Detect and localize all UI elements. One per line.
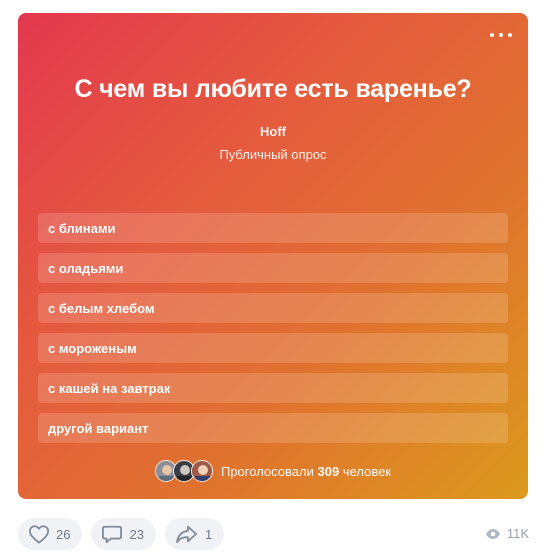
like-button[interactable]: 26: [18, 518, 83, 550]
poll-option[interactable]: с оладьями: [38, 253, 508, 283]
share-button[interactable]: 1: [164, 518, 225, 550]
voters-row[interactable]: Проголосовали 309 человек: [18, 459, 528, 483]
post-actions: 26 23 1: [18, 518, 225, 550]
poll-option[interactable]: с белым хлебом: [38, 293, 508, 323]
views-count: 11K: [506, 526, 529, 541]
more-icon-dot: [508, 33, 512, 37]
poll-option-label: с кашей на завтрак: [48, 380, 171, 396]
poll-option[interactable]: с кашей на завтрак: [38, 373, 508, 403]
poll-options: с блинами с оладьями с белым хлебом с мо…: [38, 213, 508, 453]
comment-count: 23: [129, 526, 144, 542]
poll-option[interactable]: с блинами: [38, 213, 508, 243]
poll-type: Публичный опрос: [219, 147, 327, 162]
poll-option[interactable]: с мороженым: [38, 333, 508, 363]
voters-count-text: Проголосовали 309 человек: [221, 464, 391, 479]
poll-option-label: с мороженым: [48, 340, 137, 356]
more-icon-dot: [499, 33, 503, 37]
avatar: [190, 460, 213, 482]
voters-suffix: человек: [339, 463, 392, 479]
voter-avatars: [154, 460, 213, 482]
views-counter: 11K: [485, 526, 529, 541]
like-count: 26: [56, 526, 71, 542]
voters-count: 309: [317, 463, 340, 479]
share-count: 1: [204, 526, 213, 542]
share-icon: [176, 525, 197, 544]
eye-icon: [485, 528, 500, 539]
poll-author[interactable]: Hoff: [18, 124, 528, 139]
heart-icon: [28, 525, 49, 544]
voters-prefix: Проголосовали: [220, 463, 318, 479]
comment-button[interactable]: 23: [91, 518, 156, 550]
more-icon-dot: [490, 33, 494, 37]
more-options-button[interactable]: [490, 31, 512, 39]
poll-option-label: другой вариант: [48, 420, 149, 436]
poll-option[interactable]: другой вариант: [38, 413, 508, 443]
poll-option-label: с блинами: [48, 220, 116, 236]
poll-question: С чем вы любите есть варенье?: [74, 75, 472, 103]
poll-card: С чем вы любите есть варенье? Hoff Публи…: [18, 13, 528, 499]
poll-option-label: с оладьями: [48, 260, 124, 276]
poll-option-label: с белым хлебом: [48, 300, 155, 316]
comment-icon: [102, 525, 123, 544]
